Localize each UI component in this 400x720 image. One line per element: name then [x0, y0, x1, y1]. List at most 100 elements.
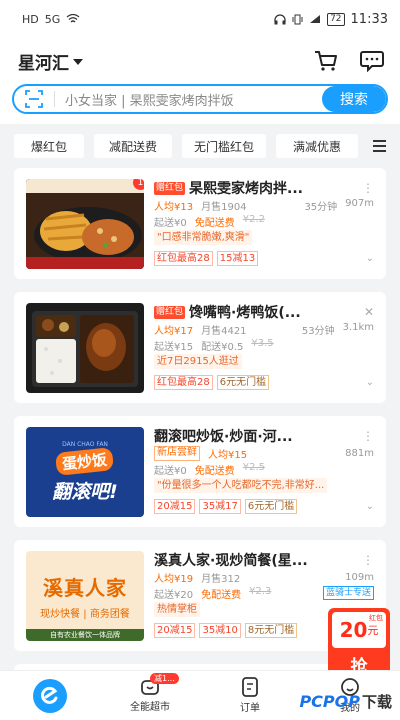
thumb-logo: 蛋炒饭: [55, 446, 115, 476]
store-card[interactable]: DAN CHAO FAN 蛋炒饭 翻滚吧! 翻滚吧炒饭·炒面·河... ⋮ 新店…: [14, 416, 386, 527]
delivery-fee: 配送¥0.5: [201, 341, 244, 353]
store-card[interactable]: 1 赠红包 杲熙雯家烤肉拌... ⋮ 人均¥13 月售1904 35分钟 907m …: [14, 168, 386, 279]
more-icon[interactable]: ⋮: [362, 429, 374, 443]
chevron-down-icon: [73, 59, 83, 65]
min-order: 起送¥15: [154, 341, 194, 353]
orders-icon: [242, 677, 258, 697]
eleme-logo-icon: [33, 678, 67, 713]
store-name: 馋嘴鸭·烤鸭饭(...: [189, 305, 301, 321]
visit-stat: 近7日2915人逛过: [154, 354, 242, 369]
message-icon[interactable]: [360, 50, 384, 72]
new-store-tag: 新店尝鲜: [154, 445, 200, 461]
battery-level: 72: [327, 12, 345, 26]
red-packet-unit: 元: [367, 624, 379, 637]
delivery-time: 35分钟: [304, 201, 338, 213]
thumb-slogan: 翻滚吧!: [52, 480, 118, 503]
filter-no-threshold[interactable]: 无门槛红包: [182, 134, 266, 158]
filter-reduce-delivery[interactable]: 减配送费: [94, 134, 172, 158]
wifi-icon: [66, 14, 80, 23]
scan-icon[interactable]: [14, 90, 54, 108]
promo-tag: 15减13: [216, 251, 259, 266]
per-capita: 人均¥13: [154, 201, 194, 213]
monthly-sales: 月售312: [201, 573, 241, 585]
location-selector[interactable]: 星河汇: [18, 49, 83, 74]
store-name: 杲熙雯家烤肉拌...: [189, 181, 303, 197]
tab-supermarket[interactable]: 减1... 全能超市: [100, 671, 200, 720]
promo-tag: 6元无门槛: [244, 499, 298, 514]
tab-label: 订单: [240, 703, 260, 714]
red-packet-amount: 20: [339, 618, 368, 642]
tab-badge: 减1...: [150, 673, 179, 684]
watermark-brand: PCPOP: [299, 692, 360, 711]
chevron-down-icon[interactable]: ⌄: [366, 501, 374, 512]
thumb-caption: DAN CHAO FAN: [62, 440, 108, 448]
tab-orders[interactable]: 订单: [200, 671, 300, 720]
distance: 881m: [345, 447, 374, 459]
promo-tag: 6元无门槛: [216, 375, 270, 390]
delivery-fee: 免配送费: [194, 465, 235, 477]
delivery-fee: 免配送费: [201, 589, 242, 601]
min-order: 起送¥0: [154, 217, 187, 229]
store-name: 翻滚吧炒饭·炒面·河...: [154, 429, 293, 445]
store-thumbnail: 1: [26, 179, 144, 269]
top-bar: 星河汇: [0, 38, 400, 84]
headphones-icon: [274, 13, 286, 24]
more-icon[interactable]: ⋮: [362, 181, 374, 195]
promo-tag: 红包最高28: [154, 375, 213, 390]
bottom-tab-bar: 减1... 全能超市 订单 我的 PCPOP 下载: [0, 670, 400, 720]
review-quote: "口感非常脆嫩,爽滑": [154, 230, 253, 245]
thumb-caption: 自有农业餐饮一体品牌: [26, 629, 144, 641]
thumb-slogan: 现炒快餐 | 商务团餐: [40, 609, 130, 620]
more-icon[interactable]: ⋮: [362, 553, 374, 567]
min-order: 起送¥0: [154, 465, 187, 477]
delivery-fee: 免配送费: [194, 217, 235, 229]
signal-icon: [310, 15, 321, 23]
search-area: 小女当家 | 杲熙雯家烤肉拌饭 搜索: [0, 84, 400, 124]
delivery-orig: ¥2.2: [242, 213, 265, 225]
per-capita: 人均¥17: [154, 325, 194, 337]
watermark-suffix: 下载: [361, 693, 392, 711]
search-bar: 小女当家 | 杲熙雯家烤肉拌饭 搜索: [12, 84, 388, 114]
promo-tag: 35减17: [199, 499, 241, 514]
distance: 3.1km: [342, 321, 374, 333]
min-order: 起送¥20: [154, 589, 194, 601]
store-tag: 热情掌柜: [154, 602, 200, 617]
distance: 109m: [345, 571, 374, 583]
menu-icon[interactable]: [373, 140, 392, 152]
rider-tag: 蓝骑士专送: [322, 586, 374, 600]
search-divider: [54, 91, 55, 107]
store-thumbnail: 溪真人家 现炒快餐 | 商务团餐 自有农业餐饮一体品牌: [26, 551, 144, 641]
cart-icon[interactable]: [314, 50, 338, 72]
network-indicator: 5G: [44, 12, 61, 26]
promo-tag: 20减15: [154, 623, 196, 638]
tab-label: 全能超市: [130, 702, 170, 713]
store-thumbnail: DAN CHAO FAN 蛋炒饭 翻滚吧!: [26, 427, 144, 517]
monthly-sales: 月售4421: [201, 325, 247, 337]
chevron-down-icon[interactable]: ⌄: [366, 253, 374, 264]
store-card[interactable]: 赠红包 馋嘴鸭·烤鸭饭(... ✕ 人均¥17 月售4421 53分钟 3.1km …: [14, 292, 386, 403]
filter-discount[interactable]: 满减优惠: [276, 134, 358, 158]
per-capita: 人均¥15: [208, 449, 248, 461]
filter-hot-redpacket[interactable]: 爆红包: [14, 134, 84, 158]
promo-tag: 35减10: [199, 623, 241, 638]
store-name: 溪真人家·现炒简餐(星...: [154, 553, 308, 569]
search-input[interactable]: 小女当家 | 杲熙雯家烤肉拌饭: [65, 90, 322, 109]
delivery-orig: ¥3.5: [251, 337, 274, 349]
chevron-down-icon[interactable]: ⌄: [366, 377, 374, 388]
close-icon[interactable]: ✕: [364, 305, 374, 319]
redpacket-tag: 赠红包: [154, 305, 186, 319]
watermark: PCPOP 下载: [299, 691, 392, 712]
hd-indicator: HD: [22, 12, 39, 26]
review-quote: "份量很多一个人吃都吃不完,非常好...: [154, 478, 328, 493]
search-button[interactable]: 搜索: [322, 86, 386, 112]
location-label: 星河汇: [18, 53, 69, 74]
store-thumbnail: [26, 303, 144, 393]
promo-tag: 红包最高28: [154, 251, 213, 266]
distance: 907m: [345, 197, 374, 209]
monthly-sales: 月售1904: [201, 201, 247, 213]
status-bar: HD 5G 72 11:33: [0, 0, 400, 38]
tab-home[interactable]: [0, 671, 100, 720]
per-capita: 人均¥19: [154, 573, 194, 585]
delivery-orig: ¥2.3: [249, 585, 272, 597]
clock: 11:33: [350, 11, 388, 27]
